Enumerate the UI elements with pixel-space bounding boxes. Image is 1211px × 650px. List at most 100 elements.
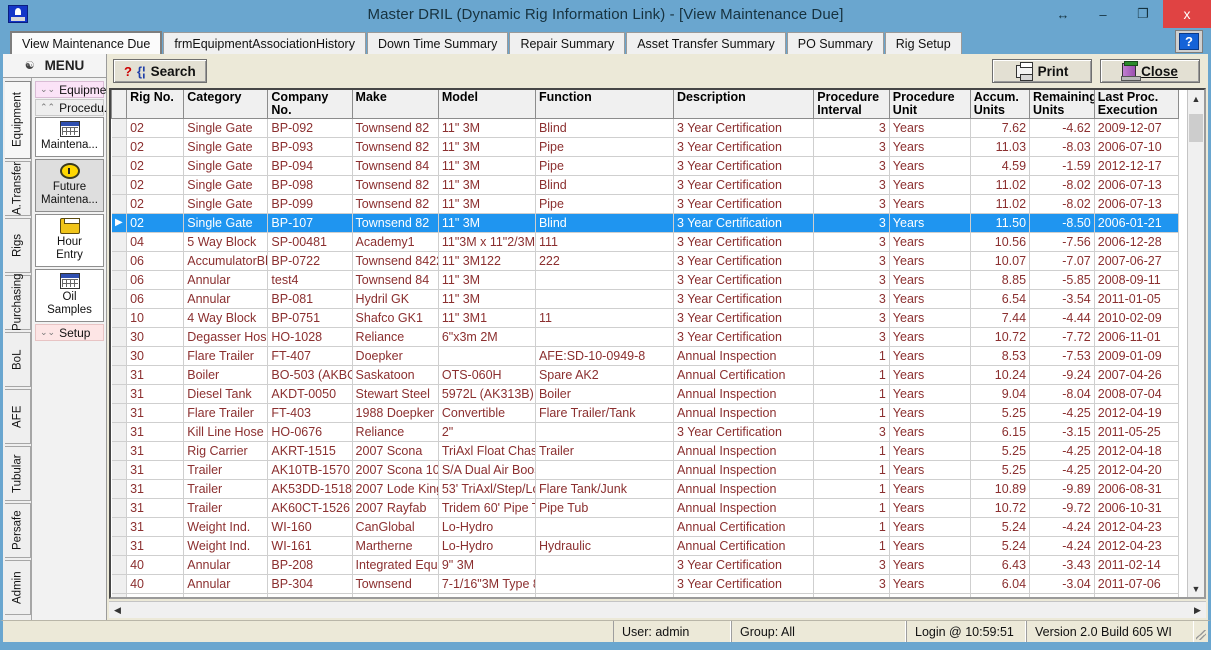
row-selector-cell[interactable]: [111, 517, 128, 537]
row-selector-cell[interactable]: [111, 137, 128, 157]
sidebar-group-equipment[interactable]: ⌄⌄ Equipment: [35, 81, 116, 98]
table-row[interactable]: 06AccumulatorBlockBP-0722Townsend 842211…: [111, 251, 1180, 271]
column-header-accum[interactable]: Accum. Units: [969, 90, 1031, 119]
sidebar-vtab-rigs[interactable]: Rigs: [5, 218, 31, 273]
tab-rig-setup[interactable]: Rig Setup: [884, 32, 962, 54]
sidebar-vtab-a-transfer[interactable]: A.Transfer: [5, 161, 31, 216]
table-row[interactable]: 31 Diesel Tank AKDT-0050 Stewart Steel 5972L…: [111, 384, 1180, 404]
sidebar-vtab-tubular[interactable]: Tubular: [5, 446, 31, 501]
table-row[interactable]: 31 Trailer AK60CT-1526 2007 Rayfab Tridem 60…: [111, 498, 1180, 518]
sidebar-vtab-admin[interactable]: Admin: [5, 560, 31, 615]
sidebar-tile-maintena[interactable]: Maintena...: [35, 117, 104, 157]
vertical-scroll-track[interactable]: [1188, 107, 1204, 580]
table-row[interactable]: 02 Single Gate BP-092 Townsend 82 11" 3M Blin…: [111, 118, 1180, 138]
row-selector-cell[interactable]: [111, 270, 128, 290]
column-header-category[interactable]: Category: [183, 90, 269, 119]
table-row[interactable]: 40 Annular BP-208 Integrated Equip 9" 3M 3 Ye…: [111, 555, 1180, 575]
table-row[interactable]: 02 Single Gate BP-094 Townsend 84 11" 3M Pipe…: [111, 156, 1180, 176]
horizontal-scroll-track[interactable]: [126, 602, 1189, 618]
row-selector-cell[interactable]: [111, 460, 128, 480]
vertical-scroll-thumb[interactable]: [1189, 114, 1203, 142]
table-row[interactable]: 06 Annular test4 Townsend 84 11" 3M 3 Year Ce…: [111, 270, 1180, 290]
print-button[interactable]: Print: [992, 59, 1092, 83]
column-header-description[interactable]: Description: [673, 90, 815, 119]
table-row[interactable]: 40BailsBA-119KOT1 3/4" - 72" 150 ToTop D…: [111, 593, 1180, 597]
sidebar-vtab-persafe[interactable]: Persafe: [5, 503, 31, 558]
row-selector-cell[interactable]: [111, 251, 128, 271]
table-row[interactable]: 40AnnularBP-304Townsend7-1/16"3M Type 84…: [111, 574, 1180, 594]
row-selector-cell[interactable]: [111, 365, 128, 385]
row-selector-cell[interactable]: [111, 175, 128, 195]
row-selector-cell[interactable]: [111, 479, 128, 499]
column-header-function[interactable]: Function: [534, 90, 675, 119]
row-selector-cell[interactable]: [111, 574, 128, 594]
sidebar-vtab-afe[interactable]: AFE: [5, 389, 31, 444]
close-form-button[interactable]: Close: [1100, 59, 1200, 83]
table-row[interactable]: 30 Degasser Hose HO-1028 Reliance 6"x3m 2M 3 …: [111, 327, 1180, 347]
row-selector-cell[interactable]: [111, 156, 128, 176]
table-row[interactable]: 31 Trailer AK53DD-1518 2007 Lode King 53' Tr…: [111, 479, 1180, 499]
column-header-interval[interactable]: Procedure Interval: [813, 90, 890, 119]
table-row[interactable]: 10 4 Way Block BP-0751 Shafco GK1 11" 3M1 11 3…: [111, 308, 1180, 328]
row-selector-cell[interactable]: [111, 194, 128, 214]
sidebar-vtab-bol[interactable]: BoL: [5, 332, 31, 387]
scroll-down-arrow-icon[interactable]: ▼: [1188, 580, 1204, 597]
table-row[interactable]: 31 Rig Carrier AKRT-1515 2007 Scona TriAxl F…: [111, 441, 1180, 461]
search-button[interactable]: ? {¦ Search: [113, 59, 207, 83]
tab-view-maintenance-due[interactable]: View Maintenance Due: [10, 31, 163, 54]
table-row[interactable]: 31 Flare Trailer FT-403 1988 Doepker Convert…: [111, 403, 1180, 423]
sidebar-tile-oil-samples[interactable]: Oil Samples: [35, 269, 104, 322]
column-header-make[interactable]: Make: [351, 90, 439, 119]
row-selector-cell[interactable]: [111, 384, 128, 404]
close-window-button[interactable]: x: [1163, 0, 1211, 28]
grid-horizontal-scrollbar[interactable]: ◀ ▶: [109, 601, 1206, 618]
row-selector-cell[interactable]: ▶: [111, 213, 128, 233]
sidebar-group-setup[interactable]: ⌄⌄ Setup: [35, 324, 104, 341]
column-header-rig-no[interactable]: Rig No.: [126, 90, 185, 119]
row-selector-cell[interactable]: [111, 308, 128, 328]
resize-grip-icon[interactable]: [1194, 621, 1208, 642]
row-selector-cell[interactable]: [111, 403, 128, 423]
table-row[interactable]: ▶ 02 Single Gate BP-107 Townsend 82 11" 3M Bli…: [111, 213, 1180, 233]
tab-repair-summary[interactable]: Repair Summary: [509, 32, 626, 54]
restore-window-button[interactable]: ↔: [1043, 0, 1083, 28]
table-row[interactable]: 31 Weight Ind. WI-160 CanGlobal Lo-Hydro Annu…: [111, 517, 1180, 537]
column-header-unit[interactable]: Procedure Unit: [888, 90, 971, 119]
row-selector-cell[interactable]: [111, 441, 128, 461]
column-header-company-no[interactable]: Company No.: [267, 90, 353, 119]
maximize-window-button[interactable]: ❐: [1123, 0, 1163, 28]
tab-down-time-summary[interactable]: Down Time Summary: [366, 32, 509, 54]
column-header-last-exec[interactable]: Last Proc. Execution: [1093, 90, 1180, 119]
tab-frmequipmentassociationhistory[interactable]: frmEquipmentAssociationHistory: [163, 32, 366, 54]
column-header-model[interactable]: Model: [437, 90, 536, 119]
sidebar-vtab-equipment[interactable]: Equipment: [5, 81, 31, 159]
table-row[interactable]: 31 Trailer AK10TB-1570 2007 Scona 10 S/A Dua…: [111, 460, 1180, 480]
row-selector-cell[interactable]: [111, 593, 128, 597]
sidebar-tile-future-maintena[interactable]: Future Maintena...: [35, 159, 104, 212]
grid-vertical-scrollbar[interactable]: ▲ ▼: [1187, 90, 1204, 597]
table-row[interactable]: 30 Flare Trailer FT-407 Doepker AFE:SD-10-09…: [111, 346, 1180, 366]
table-row[interactable]: 31 Weight Ind. WI-161 Martherne Lo-Hydro Hydr…: [111, 536, 1180, 556]
table-row[interactable]: 06 Annular BP-081 Hydril GK 11" 3M 3 Year Cer…: [111, 289, 1180, 309]
column-header-remaining[interactable]: Remaining Units: [1029, 90, 1095, 119]
scroll-up-arrow-icon[interactable]: ▲: [1188, 90, 1204, 107]
table-row[interactable]: 31BoilerBO-503 (AKBO)SaskatoonOTS-060HSp…: [111, 365, 1180, 385]
table-row[interactable]: 31 Kill Line Hose HO-0676 Reliance 2" 3 Year …: [111, 422, 1180, 442]
row-selector-cell[interactable]: [111, 536, 128, 556]
table-row[interactable]: 02 Single Gate BP-098 Townsend 82 11" 3M Blin…: [111, 175, 1180, 195]
row-selector-cell[interactable]: [111, 118, 128, 138]
row-selector-cell[interactable]: [111, 327, 128, 347]
sidebar-group-procedures[interactable]: ⌃⌃ Procedu...: [35, 99, 114, 116]
scroll-left-arrow-icon[interactable]: ◀: [109, 602, 126, 618]
row-selector-cell[interactable]: [111, 555, 128, 575]
sidebar-tile-hour-entry[interactable]: Hour Entry: [35, 214, 104, 267]
row-selector-cell[interactable]: [111, 232, 128, 252]
table-row[interactable]: 04 5 Way Block SP-00481 Academy1 11"3M x 11"…: [111, 232, 1180, 252]
row-selector-cell[interactable]: [111, 498, 128, 518]
tab-po-summary[interactable]: PO Summary: [786, 32, 884, 54]
sidebar-vtab-purchasing[interactable]: Purchasing: [5, 274, 31, 331]
tab-asset-transfer-summary[interactable]: Asset Transfer Summary: [626, 32, 786, 54]
row-selector-cell[interactable]: [111, 289, 128, 309]
table-row[interactable]: 02 Single Gate BP-093 Townsend 82 11" 3M Pipe…: [111, 137, 1180, 157]
row-selector-cell[interactable]: [111, 346, 128, 366]
